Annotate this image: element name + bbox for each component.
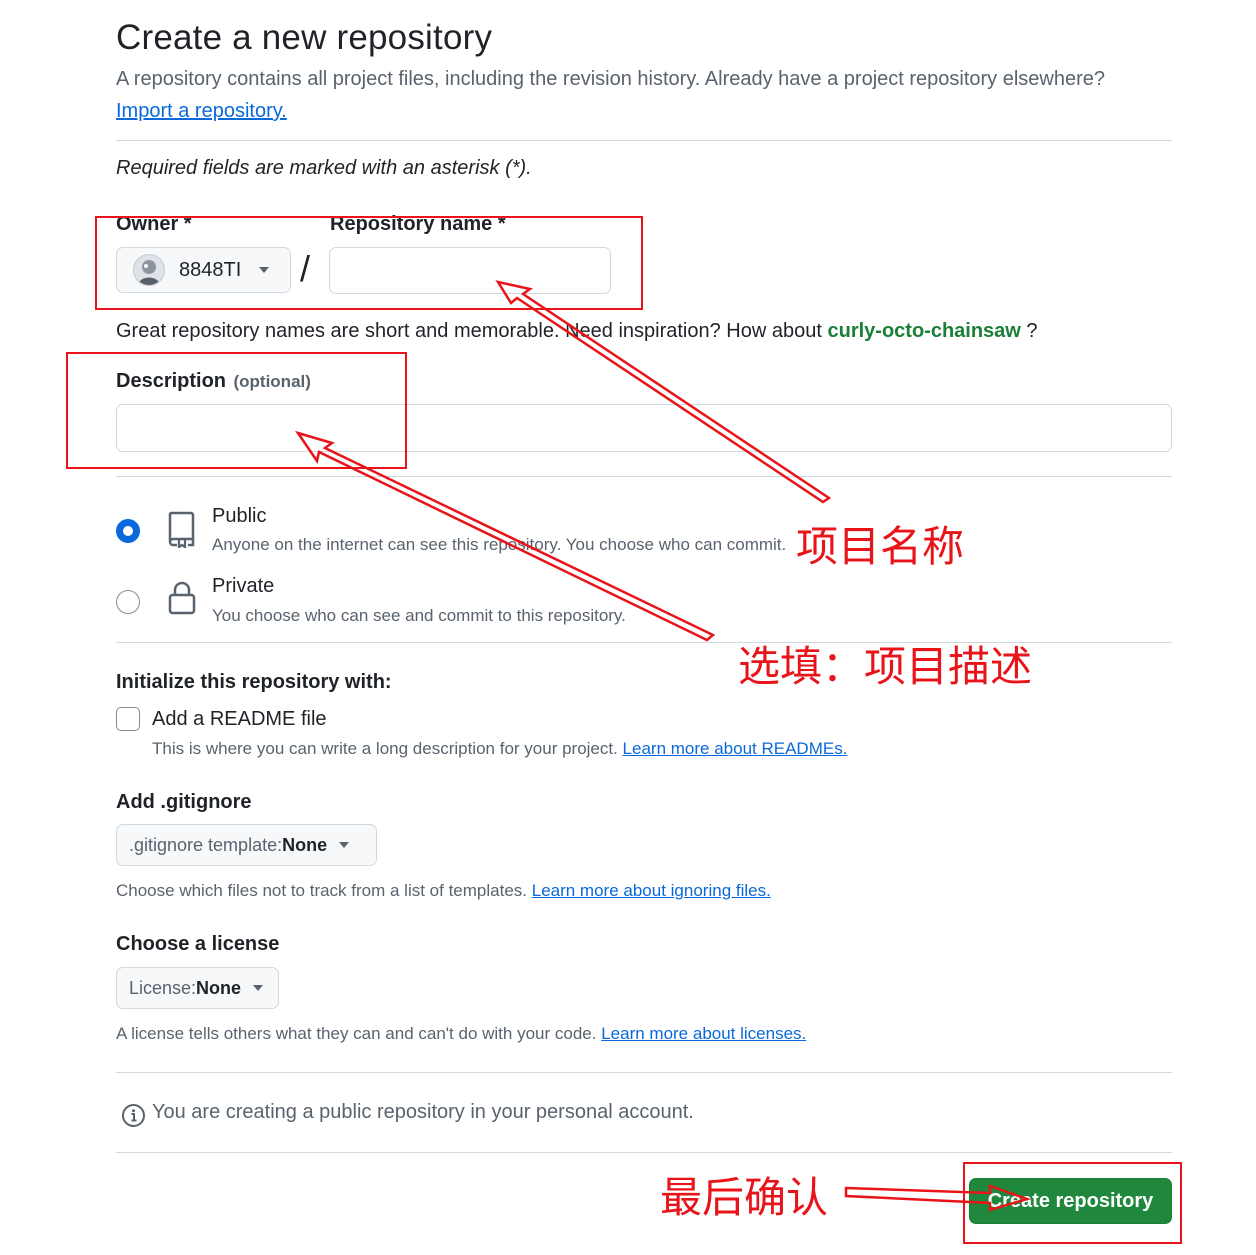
annotation-arrows (295, 280, 1032, 1212)
annotation-confirm: 最后确认 (660, 1173, 829, 1222)
annotation-repo-name: 项目名称 (796, 522, 965, 571)
arrow-to-repo-name (495, 280, 832, 504)
arrow-to-create-button (844, 1184, 1032, 1212)
arrow-to-description (295, 430, 716, 642)
annotation-description: 选填：项目描述 (738, 642, 1033, 691)
